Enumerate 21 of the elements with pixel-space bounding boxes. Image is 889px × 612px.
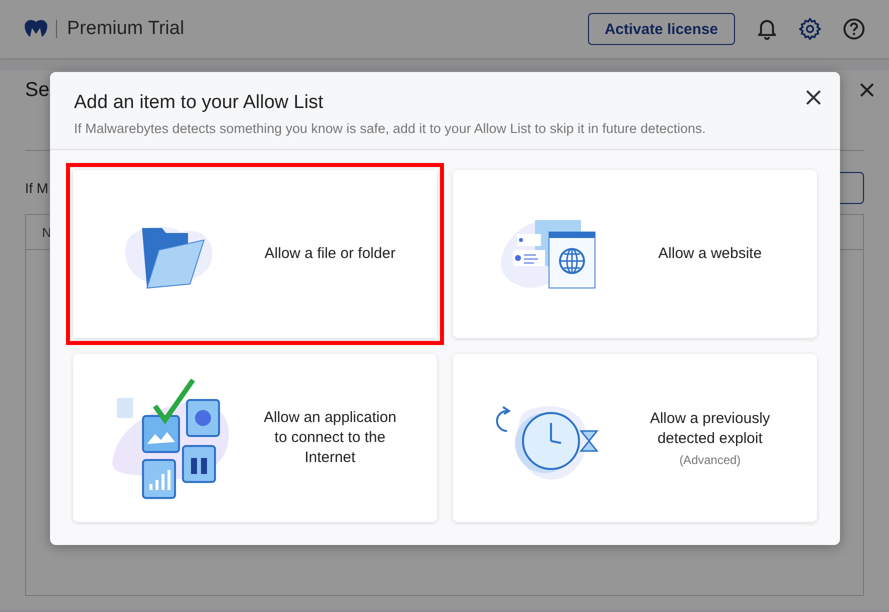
dialog-title: Add an item to your Allow List — [74, 92, 324, 114]
description-text: If M — [25, 180, 48, 196]
option-card[interactable]: Allow a previously detected exploit (Advanced) — [453, 354, 817, 522]
close-icon[interactable] — [806, 90, 821, 105]
option-label: Allow a file or folder — [264, 244, 396, 264]
option-label: Allow a previously detected exploit — [648, 409, 772, 449]
activate-license-button[interactable]: Activate license — [588, 13, 735, 45]
option-card[interactable]: Allow an application to connect to the Internet — [73, 354, 437, 522]
option-label: Allow a website — [658, 244, 762, 264]
app-title: Premium Trial — [56, 20, 184, 38]
option-card[interactable]: Allow a file or folder — [73, 170, 437, 338]
close-icon[interactable] — [860, 83, 874, 97]
option-label: Allow an application to connect to the Internet — [262, 408, 398, 468]
dialog-subtitle: If Malwarebytes detects something you know is safe, add it to your Allow List to skip it in future detections. — [74, 121, 707, 136]
settings-icon[interactable] — [799, 18, 821, 40]
page-heading: Se — [25, 78, 50, 102]
logo-icon — [24, 19, 48, 39]
bell-icon[interactable] — [757, 18, 777, 40]
option-note: (Advanced) — [679, 453, 741, 467]
option-card[interactable]: Allow a website — [453, 170, 817, 338]
help-icon[interactable] — [843, 18, 865, 40]
